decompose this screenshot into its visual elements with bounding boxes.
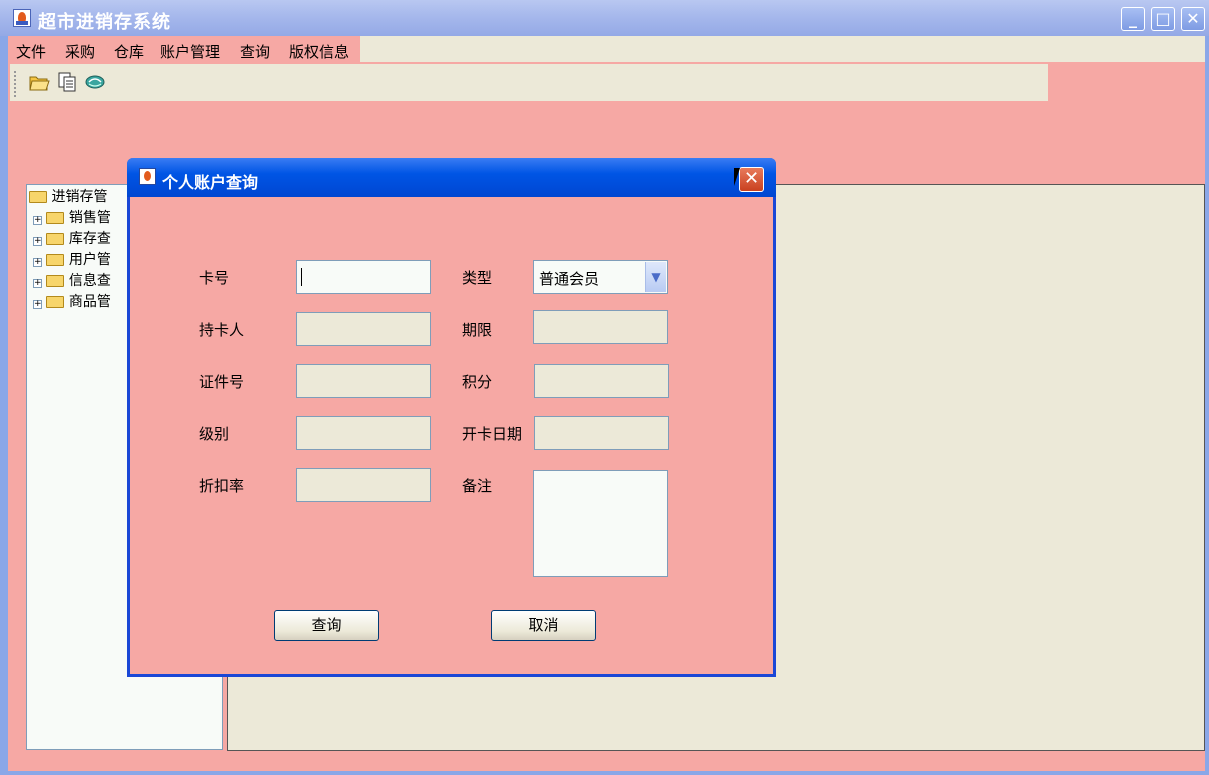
tree-item-label: 信息查: [68, 273, 111, 289]
tree-item-info[interactable]: + 信息查: [33, 271, 111, 291]
menu-file[interactable]: 文件: [16, 41, 46, 62]
expand-icon[interactable]: +: [33, 300, 42, 309]
tree-root-label: 进销存管: [51, 189, 108, 205]
tree-item-label: 用户管: [68, 252, 111, 268]
expand-icon[interactable]: +: [33, 279, 42, 288]
main-window: 超市进销存系统 _ □ ✕ 文件 采购 仓库 账户管理 查询 版权信息 进销存管…: [0, 0, 1209, 775]
maximize-button[interactable]: □: [1151, 7, 1175, 31]
id-no-input[interactable]: [296, 364, 431, 398]
holder-label: 持卡人: [199, 321, 245, 339]
open-folder-icon[interactable]: [28, 71, 50, 93]
id-no-label: 证件号: [199, 373, 245, 391]
discount-label: 折扣率: [199, 477, 245, 495]
type-select-value: 普通会员: [539, 270, 600, 288]
mouse-cursor: [734, 168, 740, 186]
remark-textarea[interactable]: [533, 470, 668, 577]
menu-purchase[interactable]: 采购: [65, 41, 95, 62]
tree-item-label: 库存查: [68, 231, 111, 247]
open-date-input[interactable]: [534, 416, 669, 450]
menu-account-management[interactable]: 账户管理: [160, 41, 220, 62]
menu-warehouse[interactable]: 仓库: [114, 41, 144, 62]
discount-input[interactable]: [296, 468, 431, 502]
menu-bar: 文件 采购 仓库 账户管理 查询 版权信息: [8, 36, 1205, 62]
expand-icon[interactable]: +: [33, 216, 42, 225]
close-button[interactable]: ✕: [1181, 7, 1205, 31]
tree-item-products[interactable]: + 商品管: [33, 292, 111, 312]
refresh-book-icon[interactable]: [84, 71, 106, 93]
open-date-label: 开卡日期: [462, 425, 523, 443]
type-select[interactable]: 普通会员 ▼: [533, 260, 668, 294]
chevron-down-icon[interactable]: ▼: [645, 262, 666, 292]
type-label: 类型: [462, 269, 493, 287]
folder-icon: [46, 254, 65, 266]
folder-icon: [29, 191, 47, 203]
dialog-close-button[interactable]: ✕: [739, 167, 764, 192]
tree-item-label: 销售管: [68, 210, 111, 226]
tree-item-users[interactable]: + 用户管: [33, 250, 111, 270]
expand-icon[interactable]: +: [33, 258, 42, 267]
menu-strip: 文件 采购 仓库 账户管理 查询 版权信息: [8, 36, 360, 62]
folder-icon: [46, 233, 65, 245]
toolbar-grip[interactable]: [14, 71, 18, 97]
window-title: 超市进销存系统: [38, 12, 171, 33]
window-titlebar[interactable]: 超市进销存系统 _ □ ✕: [0, 0, 1209, 36]
tree-root[interactable]: 进销存管: [29, 187, 107, 207]
tree-item-inventory[interactable]: + 库存查: [33, 229, 111, 249]
account-query-dialog: 个人账户查询 ✕ 卡号 持卡人 证件号 级别 折扣率 类型 普通会员 ▼ 期限 …: [127, 158, 776, 677]
level-label: 级别: [199, 425, 230, 443]
remark-label: 备注: [462, 477, 493, 495]
dialog-titlebar[interactable]: 个人账户查询 ✕: [127, 158, 776, 197]
card-no-input[interactable]: [296, 260, 431, 294]
folder-icon: [46, 296, 65, 308]
dialog-title: 个人账户查询: [162, 173, 259, 192]
term-input[interactable]: [533, 310, 668, 344]
expand-icon[interactable]: +: [33, 237, 42, 246]
tree-item-sales[interactable]: + 销售管: [33, 208, 111, 228]
toolbar: [10, 64, 1048, 101]
folder-icon: [46, 275, 65, 287]
level-input[interactable]: [296, 416, 431, 450]
copy-document-icon[interactable]: [56, 71, 78, 93]
term-label: 期限: [462, 321, 493, 339]
query-button[interactable]: 查询: [274, 610, 379, 641]
points-input[interactable]: [534, 364, 669, 398]
tree-item-label: 商品管: [68, 294, 111, 310]
points-label: 积分: [462, 373, 493, 391]
menu-query[interactable]: 查询: [240, 41, 270, 62]
card-no-label: 卡号: [199, 269, 230, 287]
menu-copyright[interactable]: 版权信息: [289, 41, 349, 62]
folder-icon: [46, 212, 65, 224]
text-caret: [301, 268, 302, 286]
minimize-button[interactable]: _: [1121, 7, 1145, 31]
holder-input[interactable]: [296, 312, 431, 346]
java-app-icon: [139, 168, 156, 185]
cancel-button[interactable]: 取消: [491, 610, 596, 641]
java-app-icon: [13, 9, 31, 27]
